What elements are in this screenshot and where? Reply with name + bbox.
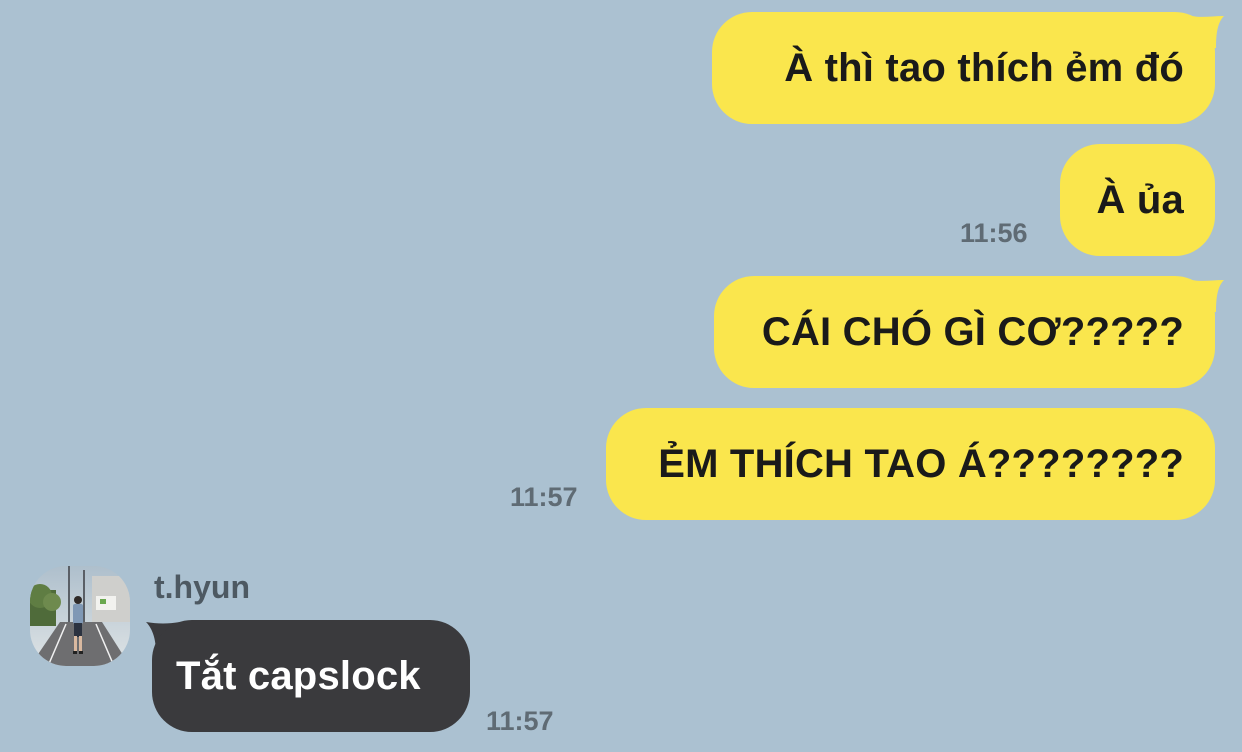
sender-name: t.hyun — [154, 569, 250, 605]
avatar[interactable] — [30, 566, 130, 666]
bubble-tail-icon — [1192, 280, 1224, 312]
outgoing-message-bubble[interactable]: À thì tao thích ẻm đó — [712, 12, 1215, 124]
message-text: CÁI CHÓ GÌ CƠ????? — [761, 310, 1184, 354]
outgoing-message-bubble[interactable]: CÁI CHÓ GÌ CƠ????? — [714, 276, 1215, 388]
message-text: ẺM THÍCH TAO Á???????? — [658, 442, 1184, 486]
message-timestamp: 11:57 — [510, 482, 578, 512]
profile-photo-avatar-icon — [30, 566, 130, 666]
message-text: À thì tao thích ẻm đó — [784, 46, 1184, 90]
message-timestamp: 11:56 — [960, 218, 1028, 248]
bubble-tail-icon — [1192, 16, 1224, 48]
message-text: À ủa — [1096, 178, 1184, 222]
incoming-message-bubble[interactable]: Tắt capslock — [152, 620, 470, 732]
outgoing-message-bubble[interactable]: ẺM THÍCH TAO Á???????? — [606, 408, 1215, 520]
message-timestamp: 11:57 — [486, 706, 554, 736]
message-text: Tắt capslock — [176, 654, 421, 698]
outgoing-message-bubble[interactable]: À ủa — [1060, 144, 1215, 256]
